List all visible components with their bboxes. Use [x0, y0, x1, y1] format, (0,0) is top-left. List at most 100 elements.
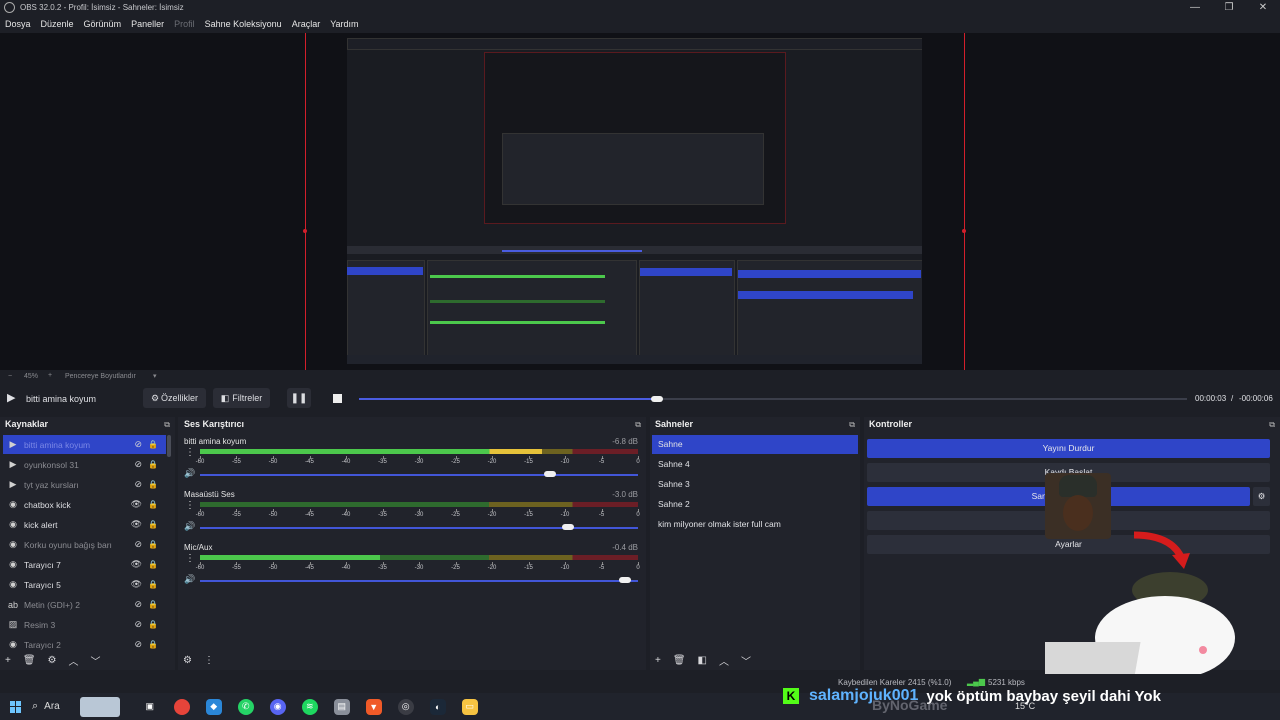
trash-icon[interactable]: 🗑: [673, 655, 686, 666]
volume-slider-handle[interactable]: [544, 471, 557, 477]
source-item[interactable]: ◉ chatbox kick 👁 🔒: [3, 495, 166, 514]
eye-icon[interactable]: 👁: [131, 579, 142, 590]
lock-icon[interactable]: 🔒: [148, 480, 158, 489]
chevron-down-icon[interactable]: ▾: [153, 372, 157, 380]
lock-icon[interactable]: 🔒: [148, 500, 158, 509]
lock-icon[interactable]: 🔒: [148, 600, 158, 609]
source-item[interactable]: ab Metin (GDI+) 2 ⊘ 🔒: [3, 595, 166, 614]
scene-item[interactable]: Sahne 4: [652, 455, 858, 474]
volume-slider[interactable]: [200, 580, 638, 582]
menu-scene-collection[interactable]: Sahne Koleksiyonu: [205, 19, 282, 29]
volume-slider-handle[interactable]: [618, 577, 631, 583]
eye-hidden-icon[interactable]: ⊘: [134, 619, 142, 630]
brave-icon[interactable]: ▼: [365, 698, 382, 715]
channel-menu-icon[interactable]: ⋮: [185, 447, 195, 458]
whatsapp-icon[interactable]: ✆: [237, 698, 254, 715]
resize-handle[interactable]: [962, 229, 966, 233]
eye-hidden-icon[interactable]: ⊘: [134, 639, 142, 650]
stop-button[interactable]: [325, 388, 349, 408]
menu-help[interactable]: Yardım: [330, 19, 358, 29]
taskbar-search[interactable]: Ara: [44, 701, 60, 712]
channel-menu-icon[interactable]: ⋮: [185, 500, 195, 511]
windows-start-icon[interactable]: [10, 700, 22, 713]
sources-scrollbar[interactable]: [167, 435, 171, 457]
lock-icon[interactable]: 🔒: [148, 520, 158, 529]
discord-icon[interactable]: ◉: [269, 698, 286, 715]
menu-docks[interactable]: Paneller: [131, 19, 164, 29]
add-scene-button[interactable]: +: [655, 655, 661, 666]
gear-icon[interactable]: ⚙: [48, 655, 57, 666]
source-item[interactable]: ▶ tyt yaz kursları ⊘ 🔒: [3, 475, 166, 494]
undock-icon[interactable]: ⧉: [849, 417, 855, 432]
trash-icon[interactable]: 🗑: [23, 655, 36, 666]
spotify-icon[interactable]: ≋: [301, 698, 318, 715]
menu-tools[interactable]: Araçlar: [292, 19, 321, 29]
eye-icon[interactable]: 👁: [131, 559, 142, 570]
filters-button[interactable]: ◧ Filtreler: [213, 388, 270, 408]
undock-icon[interactable]: ⧉: [164, 417, 170, 432]
move-up-icon[interactable]: ︿: [719, 653, 729, 668]
eye-icon[interactable]: 👁: [131, 519, 142, 530]
lock-icon[interactable]: 🔒: [148, 460, 158, 469]
menu-edit[interactable]: Düzenle: [41, 19, 74, 29]
scene-item[interactable]: kim milyoner olmak ister full cam: [652, 515, 858, 534]
obs-icon[interactable]: ◎: [397, 698, 414, 715]
stop-stream-button[interactable]: Yayını Durdur: [867, 439, 1270, 458]
eye-icon[interactable]: 👁: [131, 499, 142, 510]
properties-button[interactable]: ⚙ Özellikler: [143, 388, 206, 408]
source-item[interactable]: ◉ Tarayıcı 7 👁 🔒: [3, 555, 166, 574]
search-icon[interactable]: ⌕: [32, 700, 38, 713]
resize-handle[interactable]: [303, 229, 307, 233]
eye-hidden-icon[interactable]: ⊘: [134, 599, 142, 610]
volume-slider-handle[interactable]: [561, 524, 574, 530]
lock-icon[interactable]: 🔒: [148, 640, 158, 649]
speaker-icon[interactable]: 🔊: [184, 468, 195, 479]
eye-hidden-icon[interactable]: ⊘: [134, 459, 142, 470]
file-transfer-icon[interactable]: ◆: [205, 698, 222, 715]
virtual-camera-settings-button[interactable]: ⚙: [1253, 487, 1270, 506]
undock-icon[interactable]: ⧉: [635, 417, 641, 432]
menu-view[interactable]: Görünüm: [84, 19, 122, 29]
lock-icon[interactable]: 🔒: [148, 560, 158, 569]
lock-icon[interactable]: 🔒: [148, 620, 158, 629]
media-seek-handle[interactable]: [651, 396, 664, 402]
zoom-fit-select[interactable]: Pencereye Boyutlandır: [65, 373, 136, 380]
maximize-button[interactable]: ❐: [1212, 0, 1246, 15]
scene-item[interactable]: Sahne: [652, 435, 858, 454]
volume-slider[interactable]: [200, 474, 638, 476]
eye-hidden-icon[interactable]: ⊘: [134, 479, 142, 490]
menu-file[interactable]: Dosya: [5, 19, 31, 29]
zoom-in-button[interactable]: +: [48, 372, 52, 379]
lock-icon[interactable]: 🔒: [148, 540, 158, 549]
play-icon[interactable]: ▶: [7, 391, 15, 404]
folder-icon[interactable]: ▭: [461, 698, 478, 715]
speaker-icon[interactable]: 🔊: [184, 521, 195, 532]
chrome-icon[interactable]: [173, 698, 190, 715]
undock-icon[interactable]: ⧉: [1269, 417, 1275, 432]
scene-item[interactable]: Sahne 3: [652, 475, 858, 494]
eye-hidden-icon[interactable]: ⊘: [134, 439, 142, 450]
eye-hidden-icon[interactable]: ⊘: [134, 539, 142, 550]
filter-icon[interactable]: ◧: [698, 655, 707, 666]
add-source-button[interactable]: +: [5, 655, 11, 666]
lock-icon[interactable]: 🔒: [148, 580, 158, 589]
move-down-icon[interactable]: ﹀: [91, 653, 101, 668]
source-item[interactable]: ◉ Tarayıcı 5 👁 🔒: [3, 575, 166, 594]
source-item[interactable]: ◉ Korku oyunu bağış barı ⊘ 🔒: [3, 535, 166, 554]
minimize-button[interactable]: —: [1178, 0, 1212, 15]
source-item[interactable]: ▶ bitti amina koyum ⊘ 🔒: [3, 435, 166, 454]
source-item[interactable]: ◉ kick alert 👁 🔒: [3, 515, 166, 534]
preview-canvas[interactable]: [0, 33, 1280, 370]
menu-profile[interactable]: Profil: [174, 19, 195, 29]
scene-item[interactable]: Sahne 2: [652, 495, 858, 514]
move-down-icon[interactable]: ﹀: [741, 653, 751, 668]
notes-icon[interactable]: ▤: [333, 698, 350, 715]
close-button[interactable]: ✕: [1246, 0, 1280, 15]
mixer-settings-icon[interactable]: ⚙: [183, 655, 192, 666]
source-item[interactable]: ▨ Resim 3 ⊘ 🔒: [3, 615, 166, 634]
channel-menu-icon[interactable]: ⋮: [185, 553, 195, 564]
pause-button[interactable]: ❚❚: [287, 388, 311, 408]
lock-icon[interactable]: 🔒: [148, 440, 158, 449]
steam-icon[interactable]: ◐: [429, 698, 446, 715]
task-view-icon[interactable]: ▣: [142, 699, 158, 715]
